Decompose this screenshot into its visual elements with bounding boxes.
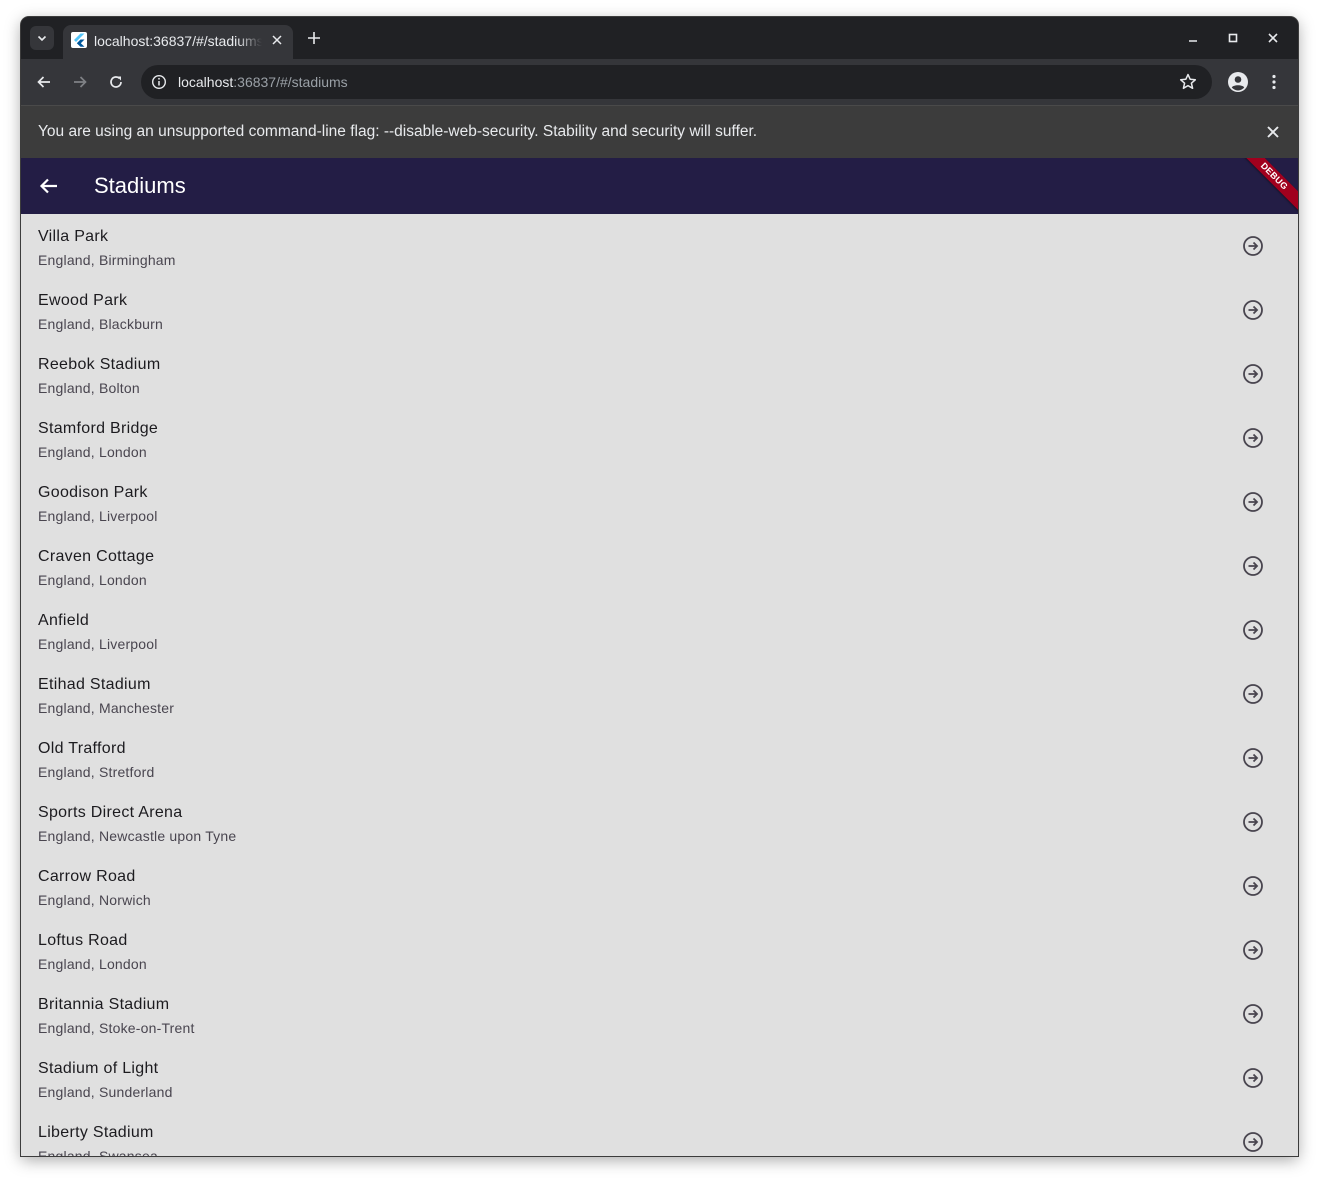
stadium-name: Stamford Bridge [38,420,159,437]
stadium-name: Old Trafford [38,740,126,757]
arrow-circle-right-icon[interactable] [1241,746,1265,770]
stadium-list-item[interactable]: Britannia Stadium England, Stoke-on-Trent [21,982,1298,1046]
browser-tab-active[interactable]: localhost:36837/#/stadiums [63,25,293,59]
stadium-list-item[interactable]: Anfield England, Liverpool [21,598,1298,662]
stadium-location: England, Newcastle upon Tyne [38,828,237,844]
stadium-location: England, Swansea [38,1148,158,1156]
back-arrow-icon[interactable] [37,174,61,198]
app-bar: Stadiums DEBUG [21,158,1298,214]
tab-close-icon[interactable] [267,30,287,50]
stadium-list-item[interactable]: Etihad Stadium England, Manchester [21,662,1298,726]
reload-icon[interactable] [104,70,128,94]
stadium-location: England, Birmingham [38,252,176,268]
stadium-list-item[interactable]: Stadium of Light England, Sunderland [21,1046,1298,1110]
bookmark-star-icon[interactable] [1178,72,1198,92]
stadium-location: England, Stretford [38,764,155,780]
flutter-favicon-icon [71,32,87,48]
arrow-circle-right-icon[interactable] [1241,298,1265,322]
stadium-name: Stadium of Light [38,1060,159,1077]
site-info-icon[interactable] [151,74,167,90]
stadium-name: Villa Park [38,228,109,245]
arrow-circle-right-icon[interactable] [1241,810,1265,834]
stadium-name: Etihad Stadium [38,676,151,693]
tab-search-button[interactable] [30,26,54,50]
stadium-list-item[interactable]: Old Trafford England, Stretford [21,726,1298,790]
stadium-location: England, Manchester [38,700,175,716]
stadium-list-item[interactable]: Villa Park England, Birmingham [21,214,1298,278]
stadium-name: Craven Cottage [38,548,155,565]
infobar-message: You are using an unsupported command-lin… [38,123,758,140]
app-viewport: Stadiums DEBUG Villa Park England, Birmin… [21,158,1298,1156]
stadium-name: Britannia Stadium [38,996,170,1013]
stadium-list-item[interactable]: Reebok Stadium England, Bolton [21,342,1298,406]
stadium-list-item[interactable]: Goodison Park England, Liverpool [21,470,1298,534]
arrow-circle-right-icon[interactable] [1241,490,1265,514]
tab-strip: localhost:36837/#/stadiums [21,17,1298,59]
address-bar[interactable]: localhost:36837/#/stadiums [141,65,1212,99]
new-tab-plus-icon[interactable] [303,27,325,49]
debug-banner: DEBUG [1238,158,1298,212]
stadium-list-item[interactable]: Sports Direct Arena England, Newcastle up… [21,790,1298,854]
stadium-location: England, Liverpool [38,636,158,652]
arrow-circle-right-icon[interactable] [1241,1130,1265,1154]
chevron-down-icon [37,35,47,42]
window-close-icon[interactable] [1261,26,1285,50]
stadium-list-item[interactable]: Loftus Road England, London [21,918,1298,982]
stadium-name: Liberty Stadium [38,1124,154,1141]
arrow-circle-right-icon[interactable] [1241,234,1265,258]
browser-window: localhost:36837/#/stadiums localhost:368… [21,17,1298,1156]
forward-arrow-icon[interactable] [68,70,92,94]
url-host: localhost [178,74,234,90]
url-text[interactable]: localhost:36837/#/stadiums [178,73,348,91]
url-path: :36837/#/stadiums [233,74,348,90]
arrow-circle-right-icon[interactable] [1241,554,1265,578]
stadium-location: England, Norwich [38,892,151,908]
arrow-circle-right-icon[interactable] [1241,426,1265,450]
stadium-name: Sports Direct Arena [38,804,183,821]
stadium-list-item[interactable]: Liberty Stadium England, Swansea [21,1110,1298,1156]
stadium-location: England, Stoke-on-Trent [38,1020,195,1036]
browser-toolbar: localhost:36837/#/stadiums [21,59,1298,105]
stadium-location: England, London [38,444,147,460]
arrow-circle-right-icon[interactable] [1241,362,1265,386]
stadium-name: Ewood Park [38,292,128,309]
stadium-name: Loftus Road [38,932,128,949]
stadium-location: England, Sunderland [38,1084,173,1100]
stadium-location: England, Liverpool [38,508,158,524]
infobar-close-icon[interactable] [1264,123,1282,141]
arrow-circle-right-icon[interactable] [1241,618,1265,642]
stadium-name: Goodison Park [38,484,148,501]
minimize-icon[interactable] [1181,26,1205,50]
stadium-list-item[interactable]: Craven Cottage England, London [21,534,1298,598]
stadium-name: Anfield [38,612,90,629]
stadium-list-item[interactable]: Carrow Road England, Norwich [21,854,1298,918]
arrow-circle-right-icon[interactable] [1241,874,1265,898]
stadium-location: England, Bolton [38,380,140,396]
arrow-circle-right-icon[interactable] [1241,682,1265,706]
tab-title: localhost:36837/#/stadiums [94,33,262,49]
stadium-location: England, London [38,956,147,972]
stadium-list-item[interactable]: Stamford Bridge England, London [21,406,1298,470]
stadium-name: Reebok Stadium [38,356,161,373]
stadium-name: Carrow Road [38,868,136,885]
back-arrow-icon[interactable] [32,70,56,94]
warning-infobar: You are using an unsupported command-lin… [21,105,1298,158]
profile-icon[interactable] [1226,70,1250,94]
page-title: Stadiums [94,173,186,198]
arrow-circle-right-icon[interactable] [1241,1002,1265,1026]
stadium-location: England, Blackburn [38,316,164,332]
stadium-list: Villa Park England, Birmingham Ewood Park E… [21,214,1298,1156]
more-vert-icon[interactable] [1262,70,1286,94]
stadium-list-item[interactable]: Ewood Park England, Blackburn [21,278,1298,342]
arrow-circle-right-icon[interactable] [1241,1066,1265,1090]
maximize-icon[interactable] [1221,26,1245,50]
stadium-location: England, London [38,572,147,588]
arrow-circle-right-icon[interactable] [1241,938,1265,962]
